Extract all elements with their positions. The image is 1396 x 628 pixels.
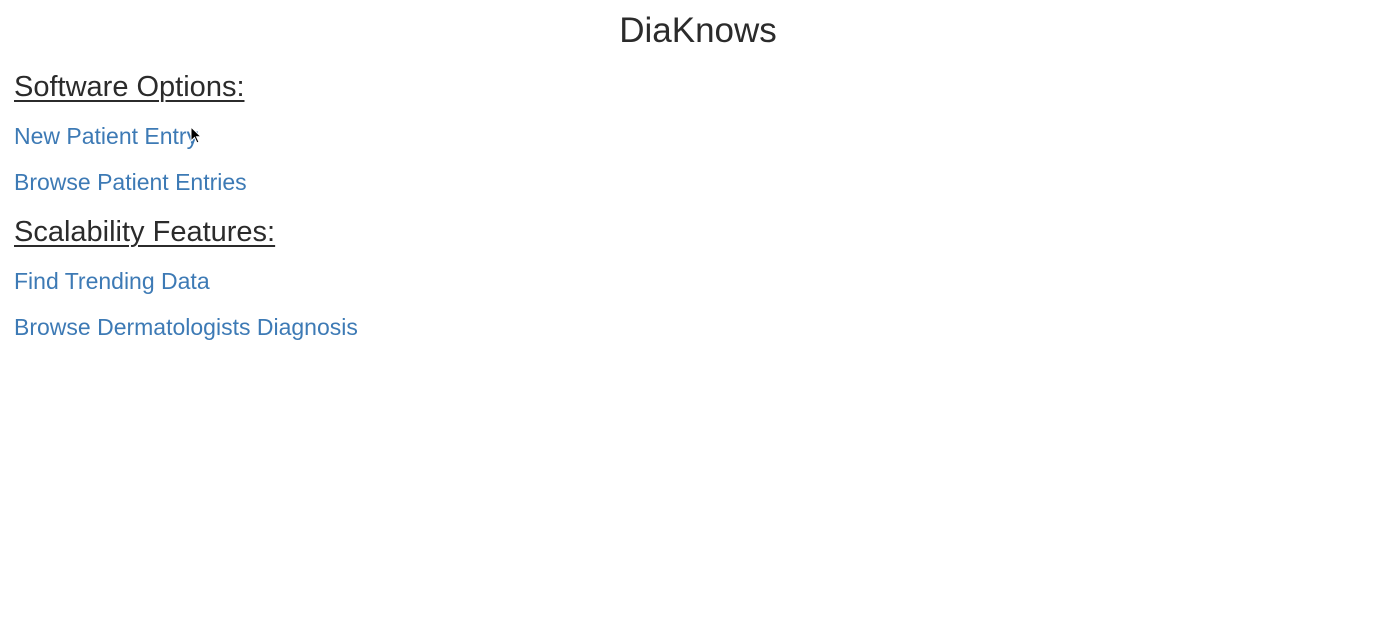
find-trending-data-link[interactable]: Find Trending Data	[14, 267, 210, 295]
new-patient-entry-link[interactable]: New Patient Entry	[14, 122, 198, 150]
browse-dermatologists-diagnosis-link[interactable]: Browse Dermatologists Diagnosis	[14, 313, 358, 341]
software-options-heading: Software Options:	[14, 71, 245, 103]
page-title: DiaKnows	[619, 11, 777, 50]
browse-patient-entries-link[interactable]: Browse Patient Entries	[14, 168, 247, 196]
page: DiaKnows Software Options: New Patient E…	[0, 0, 1396, 628]
scalability-features-heading: Scalability Features:	[14, 216, 276, 248]
